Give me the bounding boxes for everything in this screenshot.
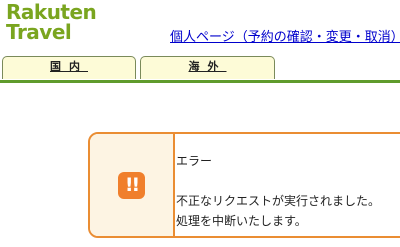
category-tabs: 国内 海外 [0, 56, 400, 83]
tab-overseas[interactable]: 海外 [140, 56, 275, 79]
logo-line-travel: Travel [6, 20, 72, 44]
error-message: 不正なリクエストが実行されました。 処理を中断いたします。 [176, 191, 380, 231]
logo-line-rakuten: Rakuten [6, 0, 97, 24]
mypage-link[interactable]: 個人ページ（予約の確認・変更・取消） [170, 26, 400, 45]
rakuten-travel-logo[interactable]: Rakuten Travel [6, 0, 97, 44]
tab-overseas-label: 海外 [188, 60, 227, 73]
exclamation-icon: !! [118, 172, 145, 199]
error-message-line-2: 処理を中断いたします。 [176, 214, 307, 228]
error-message-line-1: 不正なリクエストが実行されました。 [176, 194, 381, 208]
error-title: エラー [176, 154, 213, 168]
tab-domestic-label: 国内 [50, 60, 88, 73]
tab-domestic[interactable]: 国内 [2, 56, 136, 79]
error-box: !! エラー 不正なリクエストが実行されました。 処理を中断いたします。 [88, 132, 400, 238]
error-icon-cell: !! [90, 134, 175, 236]
